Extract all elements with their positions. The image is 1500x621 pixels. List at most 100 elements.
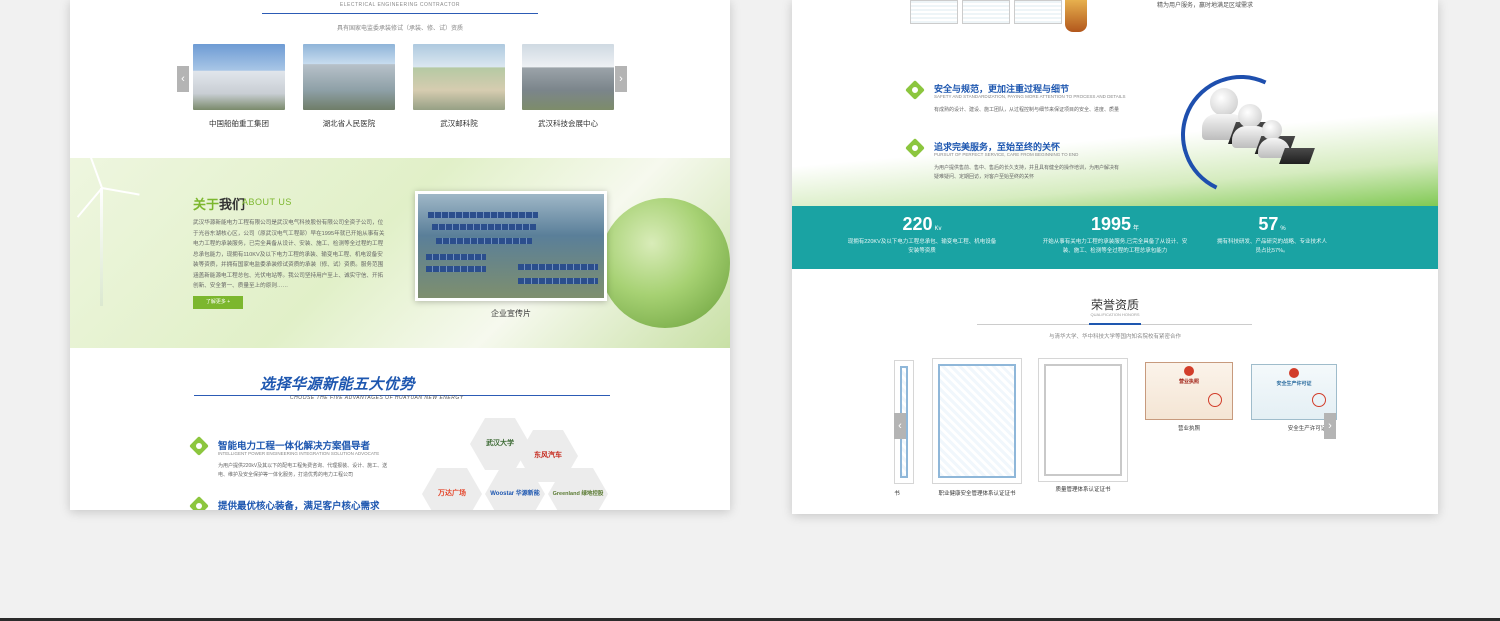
globe-image: [600, 198, 730, 328]
license-heading: 安全生产许可证: [1276, 381, 1312, 387]
advantage-desc: 为用户提供220kV及其以下的配电工程免费咨询、代理报装、设计、施工、送电、维护…: [218, 463, 388, 478]
stat-unit: %: [1280, 226, 1286, 232]
license-card[interactable]: 营业执照: [1145, 362, 1233, 420]
project-card[interactable]: 中国船舶重工集团: [193, 44, 285, 129]
certificate-image: [938, 364, 1016, 478]
license-card[interactable]: 安全生产许可证: [1251, 364, 1337, 420]
stat-number: 220: [902, 214, 933, 234]
certificate-image: [1044, 364, 1122, 476]
turbine-blade: [101, 187, 140, 196]
stat-desc: 现拥有220KV及以下电力工程总承包、输变电工程、机电设备安装等资质: [847, 239, 997, 254]
stat-number: 1995: [1090, 214, 1132, 234]
service-en: PURSUIT OF PERFECT SERVICE, CARE FROM BE…: [934, 152, 1079, 157]
project-carousel: 中国船舶重工集团 湖北省人民医院 武汉邮科院 武汉科技会展中心 ‹ ›: [177, 44, 627, 134]
right-page-preview: 精为用户服务，赢时地满足区域需求 安全与规范，更加注重过程与细节 SAFETY …: [792, 0, 1438, 514]
turbine-blade: [76, 187, 103, 218]
project-card[interactable]: 武汉邮科院: [413, 44, 505, 129]
certificate-caption: 营业执照: [1177, 426, 1200, 432]
lightbulb-icon: [189, 436, 209, 456]
stat-item: 1995 年 开始从事有关电力工程的承装服务,已完全具备了从设计、安装、施工、检测…: [1040, 214, 1190, 256]
solar-panel-row: [426, 266, 486, 272]
license-heading: 营业执照: [1178, 379, 1199, 385]
honors-prev-button[interactable]: ‹: [894, 413, 906, 439]
advantages-title: 选择华源新能五大优势: [260, 376, 416, 393]
project-card[interactable]: 武汉科技会展中心: [522, 44, 614, 129]
stat-unit: Kv: [934, 226, 942, 232]
certificate-caption: 质量管理体系认证证书: [1055, 487, 1111, 493]
stat-item: 220 Kv 现拥有220KV及以下电力工程总承包、输变电工程、机电设备安装等资质: [847, 214, 997, 256]
stat-item: 57% 拥有科技研发、产品研究的战略、专业技术人员占比57%。: [1217, 214, 1327, 256]
project-photo: [193, 44, 285, 110]
about-title: 关于我们: [193, 194, 245, 213]
honors-title: 荣誉资质: [1090, 298, 1139, 312]
honors-divider-accent: [1089, 323, 1141, 325]
video-caption: 企业宣传片: [491, 309, 531, 318]
title-underline: [262, 13, 538, 14]
project-caption: 武汉科技会展中心: [538, 119, 598, 128]
honors-en: QUALIFICATION HONORS: [1090, 312, 1140, 317]
intro-line: 具有国家电监委承装修试（承装、修、试）资质: [336, 26, 463, 32]
carousel-next-button[interactable]: ›: [615, 66, 627, 92]
certificate-thumbnail: [962, 0, 1010, 24]
solar-panel-row: [436, 238, 532, 244]
certificate-card[interactable]: [932, 358, 1022, 484]
company-video-thumbnail[interactable]: [415, 191, 607, 301]
national-emblem-icon: [1184, 366, 1194, 376]
certificate-caption: 安全生产许可证: [1287, 426, 1327, 432]
stat-desc: 拥有科技研发、产品研究的战略、专业技术人员占比57%。: [1217, 239, 1328, 254]
honors-intro: 与清华大学、华中科技大学等国内知名院校有紧密合作: [1048, 334, 1181, 340]
agent-head: [1238, 104, 1262, 128]
service-item: 追求完美服务，至始至终的关怀 PURSUIT OF PERFECT SERVIC…: [905, 138, 1128, 190]
laptop: [1279, 148, 1315, 164]
about-text: 武汉华源新能电力工程有限公司是武汉电气科技股份有限公司全资子公司，位于光谷东湖核…: [193, 220, 385, 289]
certificate-card[interactable]: [1038, 358, 1128, 482]
agent-head: [1262, 120, 1282, 140]
service-en: SAFETY AND STANDARDIZATION, PAYING MORE …: [934, 94, 1126, 99]
project-photo: [303, 44, 395, 110]
red-stamp-icon: [1312, 393, 1326, 407]
stat-unit: 年: [1133, 226, 1140, 232]
certificate-thumbnail: [910, 0, 958, 24]
red-stamp-icon: [1208, 393, 1222, 407]
service-item: 安全与规范，更加注重过程与细节 SAFETY AND STANDARDIZATI…: [905, 80, 1128, 132]
project-card[interactable]: 湖北省人民医院: [303, 44, 395, 129]
advantage-en: INTELLIGENT POWER ENGINEERING INTEGRATIO…: [218, 451, 380, 456]
stats-band: 220 Kv 现拥有220KV及以下电力工程总承包、输变电工程、机电设备安装等资质…: [792, 206, 1438, 269]
solar-panel-row: [428, 212, 538, 218]
partner-logo-whu: 武汉大学: [470, 418, 530, 470]
carousel-prev-button[interactable]: ‹: [177, 66, 189, 92]
agent-head: [1210, 88, 1238, 116]
solar-panel-row: [518, 278, 598, 284]
project-photo: [522, 44, 614, 110]
stat-desc: 开始从事有关电力工程的承装服务,已完全具备了从设计、安装、施工、检测等全过程的工…: [1042, 239, 1188, 254]
learn-more-button[interactable]: 了解更多 +: [193, 296, 243, 309]
certificate-caption: 职业健康安全管理体系认证证书: [938, 491, 1016, 497]
advantage-heading: 智能电力工程一体化解决方案倡导者: [218, 441, 371, 452]
advantages-subtitle: CHOOSE THE FIVE ADVANTAGES OF HUAYUAN NE…: [290, 395, 464, 401]
about-section: 关于我们 ABOUT US 武汉华源新能电力工程有限公司是武汉电气科技股份有限公…: [70, 158, 730, 348]
advantage-heading: 提供最优核心装备，满足客户核心需求: [218, 501, 380, 510]
turbine-blade: [88, 158, 103, 189]
safety-icon: [905, 80, 925, 100]
wind-turbine-image: [100, 188, 103, 306]
honors-next-button[interactable]: ›: [1324, 413, 1336, 439]
national-emblem-icon: [1289, 368, 1299, 378]
top-intro-text: 精为用户服务，赢时地满足区域需求: [1157, 3, 1254, 9]
service-icon: [905, 138, 925, 158]
engineering-subtitle: ELECTRICAL ENGINEERING CONTRACTOR: [339, 2, 461, 8]
about-title-accent: 关于: [193, 197, 220, 212]
certificate-caption: 书: [894, 491, 900, 497]
service-desc: 有成熟的设计、建设、施工团队，从过程控制与细节来保证项目的安全、进度、质量: [934, 107, 1120, 113]
project-caption: 武汉邮科院: [440, 119, 478, 128]
trophy-image: [1065, 0, 1087, 32]
solar-panel-row: [518, 264, 598, 270]
project-photo: [413, 44, 505, 110]
about-title-en: ABOUT US: [242, 197, 292, 207]
solar-panel-row: [432, 224, 536, 230]
project-caption: 湖北省人民医院: [322, 119, 376, 128]
equipment-icon: [189, 496, 209, 510]
advantage-item: 提供最优核心装备，满足客户核心需求: [189, 496, 422, 510]
certificate-thumbnail: [1014, 0, 1062, 24]
stat-number: 57: [1258, 214, 1279, 234]
advantage-item: 智能电力工程一体化解决方案倡导者 INTELLIGENT POWER ENGIN…: [189, 436, 422, 488]
